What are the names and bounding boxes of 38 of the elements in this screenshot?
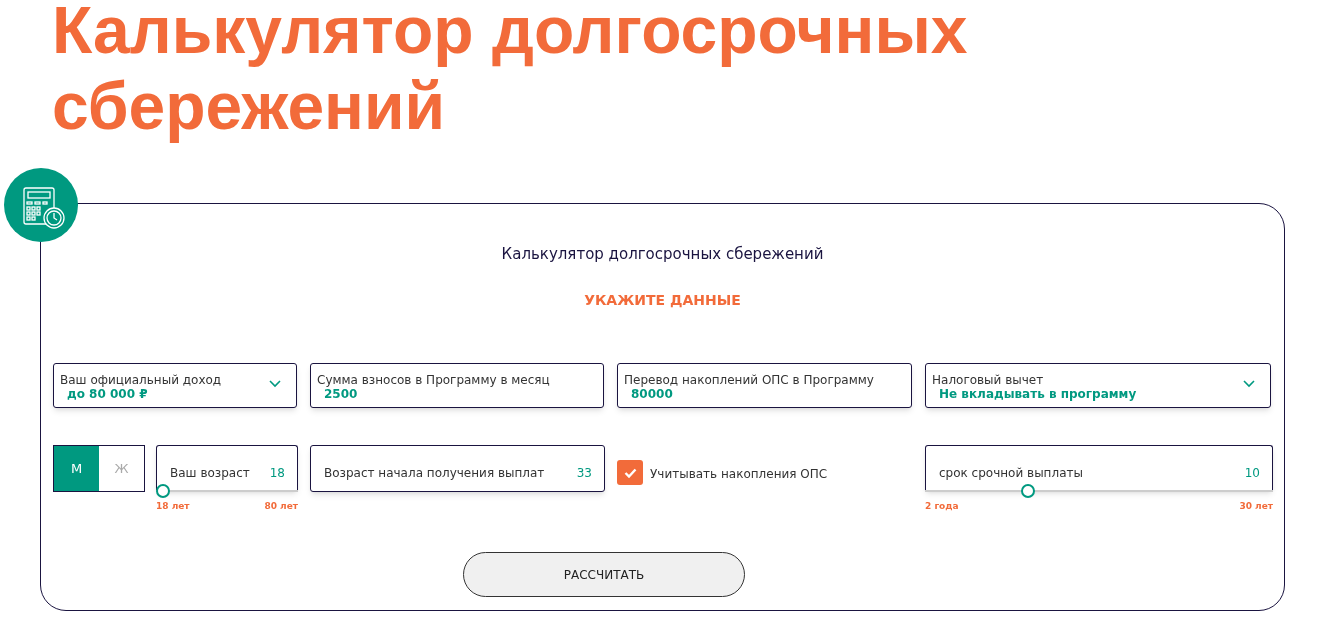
chevron-down-icon (269, 380, 281, 388)
field-label: Сумма взносов в Программу в месяц (317, 372, 550, 389)
field-value: до 80 000 ₽ (67, 387, 148, 403)
field-value: Не вкладывать в программу (939, 386, 1137, 403)
input-field[interactable]: Перевод накоплений ОПС в Программу 80000 (617, 363, 912, 408)
page-title: Калькулятор долгосрочных сбережений (52, 0, 969, 144)
field-label: Налоговый вычет (932, 372, 1044, 389)
slider-thumb[interactable] (156, 484, 170, 498)
checkbox[interactable] (617, 460, 643, 485)
calculate-button[interactable]: РАССЧИТАТЬ (463, 552, 745, 597)
input-field[interactable]: Сумма взносов в Программу в месяц 2500 (310, 363, 604, 408)
field-label: Возраст начала получения выплат (324, 465, 545, 482)
field-label: Перевод накоплений ОПС в Программу (624, 372, 874, 389)
checkbox-label: Учитывать накопления ОПС (650, 466, 828, 483)
field-label: Ваш официальный доход (60, 372, 222, 389)
checkmark-icon (623, 467, 637, 478)
range-max-label: 30 лет (1239, 500, 1273, 513)
range-min-label: 2 года (925, 500, 959, 513)
gender-option[interactable]: М (54, 446, 99, 491)
range-min-label: 18 лет (156, 500, 190, 513)
range-max-label: 80 лет (264, 500, 298, 513)
chevron-down-icon (1243, 380, 1255, 388)
input-field[interactable]: Возраст начала получения выплат 33 (310, 445, 605, 492)
section-heading: УКАЖИТЕ ДАННЫЕ (583, 291, 742, 310)
field-value: 2500 (324, 387, 358, 403)
field-value: 18 (269, 465, 285, 482)
field-value: 10 (1244, 465, 1260, 482)
dropdown-field[interactable]: Ваш официальный доход до 80 000 ₽ (53, 363, 297, 408)
slider-field[interactable]: срок срочной выплаты 10 (925, 445, 1273, 491)
calculator-clock-icon (4, 168, 78, 242)
card-title: Калькулятор долгосрочных сбережений (500, 244, 825, 265)
slider-thumb[interactable] (1020, 484, 1035, 498)
slider-field[interactable]: Ваш возраст 18 (156, 445, 298, 491)
field-value: 33 (576, 465, 592, 482)
dropdown-field[interactable]: Налоговый вычет Не вкладывать в программу (925, 363, 1271, 408)
field-label: Ваш возраст (170, 465, 250, 482)
field-label: срок срочной выплаты (939, 465, 1083, 482)
field-value: 80000 (631, 387, 673, 403)
